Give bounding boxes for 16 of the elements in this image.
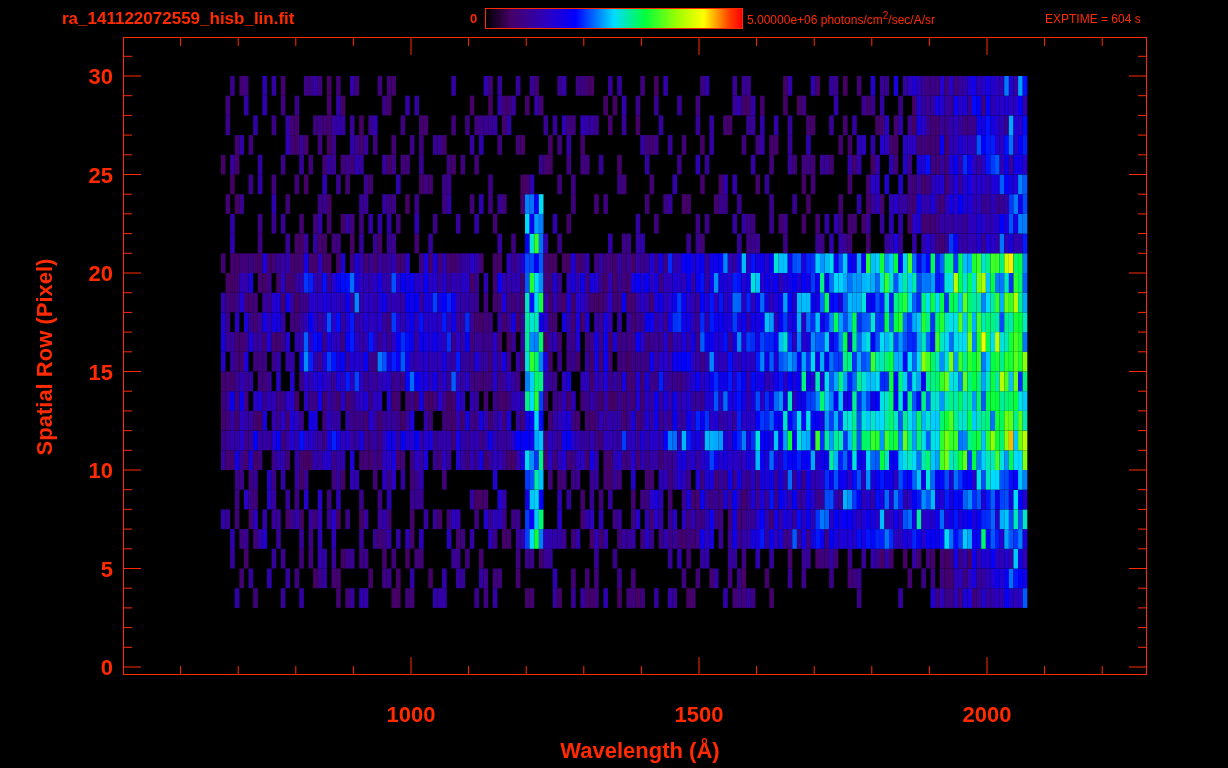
y-tick-label: 15	[88, 359, 113, 385]
y-tick-label: 10	[88, 458, 113, 483]
y-tick-label: 5	[100, 556, 113, 582]
y-tick-label: 30	[88, 64, 113, 89]
x-tick-label: 2000	[962, 702, 1012, 727]
file-title: ra_141122072559_hisb_lin.fit	[62, 8, 296, 29]
x-tick-label: 1000	[386, 702, 436, 727]
x-tick-label: 1500	[674, 702, 724, 727]
exposure-time: EXPTIME = 604 s	[1045, 11, 1141, 26]
x-axis-title: Wavelength (Å)	[560, 738, 720, 763]
y-tick-label: 0	[100, 655, 113, 680]
y-axis-title: Spatial Row (Pixel)	[32, 258, 57, 456]
colorbar-max-label: 5.00000e+06 photons/cm$^{2}$/sec/A/sr	[747, 10, 937, 27]
y-tick-label: 20	[88, 261, 113, 286]
colorbar-min-label: 0	[470, 11, 479, 26]
y-tick-label: 25	[88, 162, 113, 188]
